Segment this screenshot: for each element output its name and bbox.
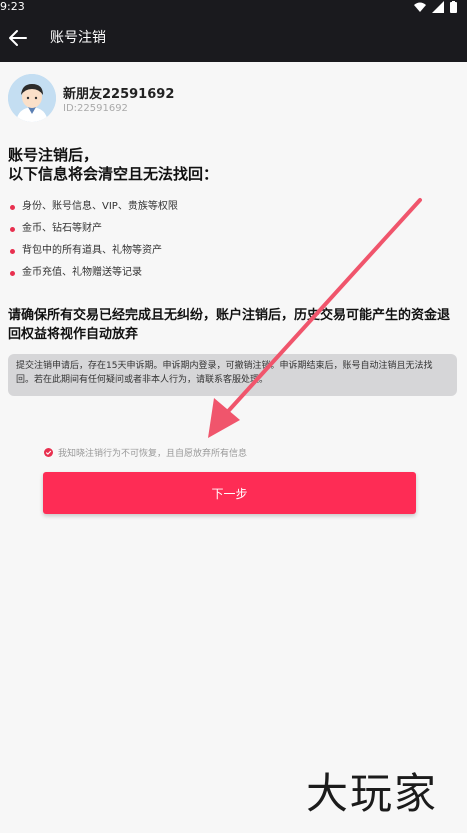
bullet-dot-icon (10, 227, 15, 232)
back-arrow-icon[interactable] (6, 26, 30, 50)
cleared-info-list: 身份、账号信息、VIP、贵族等权限 金币、钻石等财产 背包中的所有道具、礼物等资… (8, 200, 178, 288)
next-step-button[interactable]: 下一步 (43, 472, 416, 514)
warning-text: 请确保所有交易已经完成且无纠纷，账户注销后，历史交易可能产生的资金退回权益将视作… (8, 308, 451, 342)
heading-line-2: 以下信息将会清空且无法找回： (8, 165, 219, 183)
section-heading: 账号注销后， 以下信息将会清空且无法找回： (8, 146, 218, 184)
list-item: 背包中的所有道具、礼物等资产 (8, 244, 178, 266)
list-item-text: 金币、钻石等财产 (22, 223, 102, 234)
appeal-notice: 提交注销申请后，存在15天申诉期。申诉期内登录，可撤销注销。申诉期结束后，账号自… (8, 354, 457, 396)
agreement-checkbox-row[interactable]: 我知晓注销行为不可恢复，且自愿放弃所有信息 (44, 446, 247, 459)
bullet-dot-icon (10, 249, 15, 254)
user-avatar-icon (8, 74, 56, 122)
list-item-text: 金币充值、礼物赠送等记录 (22, 267, 142, 278)
signal-icon (432, 1, 444, 13)
page-title: 账号注销 (50, 30, 106, 46)
status-time: 9:23 (0, 0, 25, 13)
wifi-icon (414, 2, 426, 12)
user-id: ID:22591692 (63, 103, 128, 114)
app-bar: 账号注销 (0, 14, 467, 62)
list-item: 金币充值、礼物赠送等记录 (8, 266, 178, 288)
checkbox-checked-icon[interactable] (44, 448, 53, 457)
status-bar: 9:23 (0, 0, 467, 14)
status-icons (414, 1, 457, 13)
list-item: 身份、账号信息、VIP、贵族等权限 (8, 200, 178, 222)
annotation-arrow-icon (208, 198, 422, 438)
battery-icon (450, 1, 457, 13)
watermark-logo: 大玩家 (306, 769, 439, 818)
profile-card: 新朋友22591692 ID:22591692 (8, 74, 448, 124)
avatar (8, 74, 56, 122)
list-item-text: 背包中的所有道具、礼物等资产 (22, 245, 162, 256)
user-name: 新朋友22591692 (63, 87, 175, 102)
bullet-dot-icon (10, 205, 15, 210)
heading-line-1: 账号注销后， (8, 146, 99, 164)
list-item-text: 身份、账号信息、VIP、贵族等权限 (22, 201, 178, 212)
agreement-label: 我知晓注销行为不可恢复，且自愿放弃所有信息 (58, 449, 248, 459)
bullet-dot-icon (10, 271, 15, 276)
list-item: 金币、钻石等财产 (8, 222, 178, 244)
